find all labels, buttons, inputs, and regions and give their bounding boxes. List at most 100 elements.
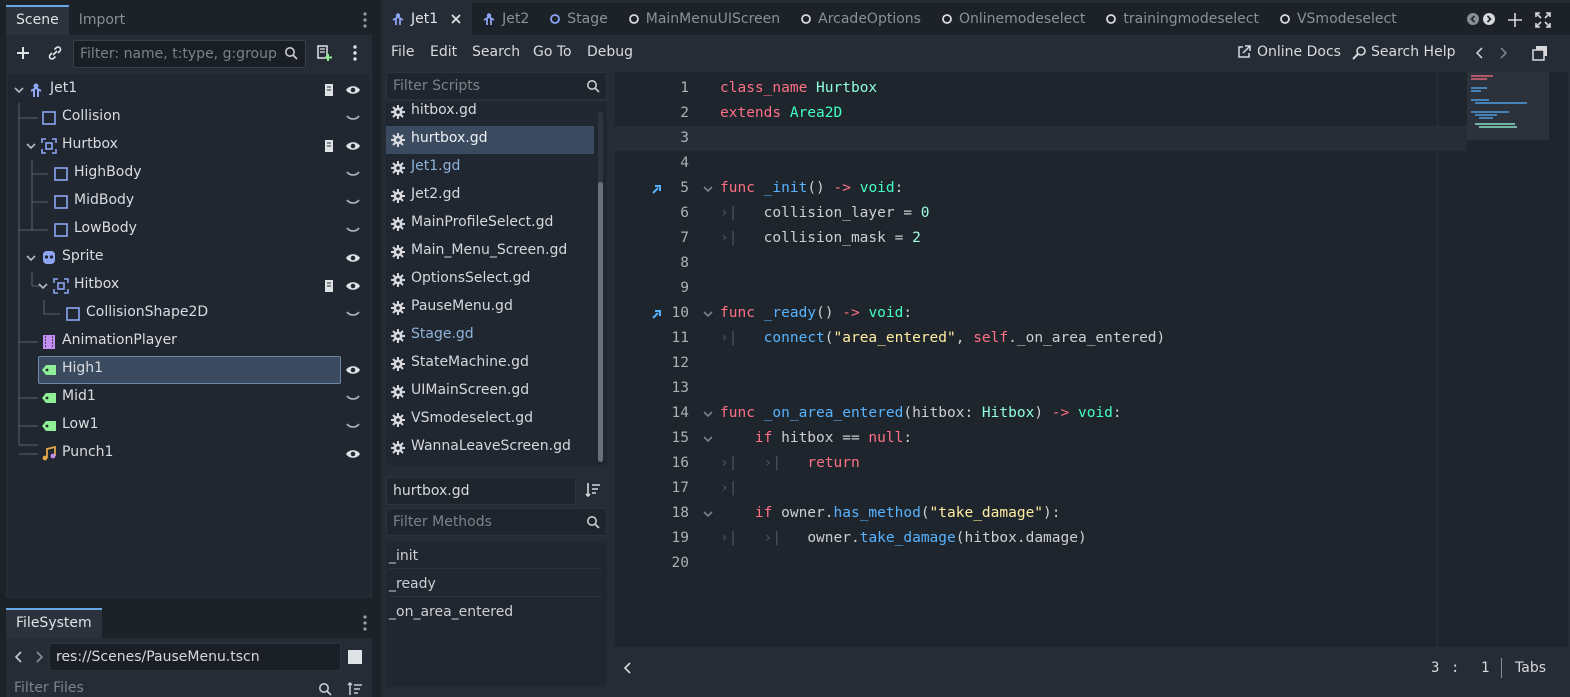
tree-item-punch1[interactable]: Punch1	[8, 440, 370, 468]
visibility-eye-icon[interactable]	[345, 139, 361, 153]
tree-item-highbody[interactable]: HighBody	[8, 160, 370, 188]
menu-edit[interactable]: Edit	[430, 44, 457, 60]
script-item-vsmodeselect[interactable]: VSmodeselect.gd	[386, 406, 594, 434]
method-item-on-area-entered[interactable]: _on_area_entered	[389, 600, 601, 625]
visibility-eye-icon[interactable]	[345, 447, 361, 461]
chevron-down-icon[interactable]	[38, 281, 48, 291]
method-item-init[interactable]: _init	[389, 544, 601, 569]
visibility-eye-icon[interactable]	[345, 251, 361, 265]
chevron-down-icon[interactable]	[26, 253, 36, 263]
indentation-mode[interactable]: Tabs	[1515, 660, 1546, 676]
toggle-split-mode-icon[interactable]	[347, 649, 363, 665]
script-item-hurtbox[interactable]: hurtbox.gd	[386, 126, 594, 154]
tree-item-sprite[interactable]: Sprite	[8, 244, 370, 272]
new-scene-tab-icon[interactable]	[1507, 12, 1523, 28]
script-icon[interactable]	[322, 83, 336, 97]
tree-item-collisionshape2d[interactable]: CollisionShape2D	[8, 300, 370, 328]
scripts-scrollbar-thumb[interactable]	[598, 182, 603, 462]
tree-item-animationplayer[interactable]: AnimationPlayer	[8, 328, 370, 356]
chevron-down-icon[interactable]	[26, 141, 36, 151]
toggle-scripts-panel-icon[interactable]	[623, 661, 633, 675]
visibility-closed-icon[interactable]	[345, 422, 361, 432]
visibility-closed-icon[interactable]	[345, 310, 361, 320]
add-node-icon[interactable]	[12, 42, 34, 64]
script-item-jet1[interactable]: Jet1.gd	[386, 154, 594, 182]
fold-chevron-icon[interactable]	[703, 411, 713, 419]
script-item-mainprofileselect[interactable]: MainProfileSelect.gd	[386, 210, 594, 238]
scene-dock-menu-icon[interactable]	[358, 10, 372, 30]
fold-chevron-icon[interactable]	[703, 511, 713, 519]
script-item-jet2[interactable]: Jet2.gd	[386, 182, 594, 210]
tree-item-hurtbox[interactable]: Hurtbox	[8, 132, 370, 160]
fold-chevron-icon[interactable]	[703, 311, 713, 319]
menu-search[interactable]: Search	[472, 44, 520, 60]
float-window-icon[interactable]	[1532, 45, 1548, 61]
doc-tab-arcadeoptions[interactable]: ArcadeOptions	[790, 3, 931, 35]
filter-methods-input[interactable]: Filter Methods	[386, 508, 607, 536]
visibility-closed-icon[interactable]	[345, 114, 361, 124]
history-forward-icon[interactable]	[34, 651, 44, 663]
script-item-stage[interactable]: Stage.gd	[386, 322, 594, 350]
history-back-icon[interactable]	[1475, 46, 1485, 60]
chevron-down-icon[interactable]	[14, 85, 24, 95]
online-docs-button[interactable]: Online Docs	[1257, 44, 1341, 60]
script-icon[interactable]	[322, 279, 336, 293]
doc-tab-stage[interactable]: Stage	[539, 3, 617, 35]
menu-goto[interactable]: Go To	[533, 44, 572, 60]
script-item-wannaleavescreen[interactable]: WannaLeaveScreen.gd	[386, 434, 594, 462]
tree-item-mid1[interactable]: Mid1	[8, 384, 370, 412]
tree-item-low1[interactable]: Low1	[8, 412, 370, 440]
instance-scene-icon[interactable]	[44, 42, 66, 64]
script-icon[interactable]	[322, 139, 336, 153]
doc-tab-vsmodeselect[interactable]: VSmodeselect	[1269, 3, 1407, 35]
menu-debug[interactable]: Debug	[587, 44, 633, 60]
tab-scroll-left-icon[interactable]	[1467, 13, 1479, 25]
doc-tab-jet1[interactable]: Jet1	[381, 3, 473, 35]
scene-options-icon[interactable]	[348, 43, 362, 63]
tab-import[interactable]: Import	[69, 5, 135, 35]
script-item-main-menu-screen[interactable]: Main_Menu_Screen.gd	[386, 238, 594, 266]
script-item-statemachine[interactable]: StateMachine.gd	[386, 350, 594, 378]
search-help-button[interactable]: Search Help	[1371, 44, 1455, 60]
method-item-ready[interactable]: _ready	[389, 572, 601, 597]
doc-tab-mainmenuuiscreen[interactable]: MainMenuUIScreen	[618, 3, 790, 35]
sort-methods-icon[interactable]	[585, 482, 601, 498]
filesystem-menu-icon[interactable]	[358, 613, 372, 633]
visibility-closed-icon[interactable]	[345, 226, 361, 236]
scene-filter-input[interactable]: Filter: name, t:type, g:group	[73, 40, 306, 68]
doc-tab-onlinemodeselect[interactable]: Onlinemodeselect	[931, 3, 1095, 35]
doc-tab-jet2[interactable]: Jet2	[472, 3, 539, 35]
tab-scene[interactable]: Scene	[6, 5, 69, 35]
filter-scripts-input[interactable]: Filter Scripts	[386, 72, 607, 100]
minimap[interactable]	[1467, 72, 1549, 140]
visibility-closed-icon[interactable]	[345, 394, 361, 404]
script-item-hitbox[interactable]: hitbox.gd	[386, 102, 594, 126]
doc-tab-trainingmodeselect[interactable]: trainingmodeselect	[1095, 3, 1269, 35]
history-forward-icon[interactable]	[1498, 46, 1508, 60]
tree-item-midbody[interactable]: MidBody	[8, 188, 370, 216]
visibility-closed-icon[interactable]	[345, 170, 361, 180]
visibility-eye-icon[interactable]	[345, 279, 361, 293]
visibility-eye-icon[interactable]	[345, 83, 361, 97]
tree-item-jet1[interactable]: Jet1	[8, 76, 370, 104]
code-editor[interactable]: 1 class_name Hurtbox 2 extends Area2D 3 4 …	[615, 72, 1568, 647]
script-item-pausemenu[interactable]: PauseMenu.gd	[386, 294, 594, 322]
tab-scroll-right-icon[interactable]	[1483, 13, 1495, 25]
tree-item-hitbox[interactable]: Hitbox	[8, 272, 370, 300]
tree-item-lowbody[interactable]: LowBody	[8, 216, 370, 244]
visibility-eye-icon[interactable]	[345, 363, 361, 377]
tree-item-high1[interactable]: High1	[8, 356, 370, 384]
tree-item-collision[interactable]: Collision	[8, 104, 370, 132]
attach-script-icon[interactable]	[314, 43, 334, 63]
filesystem-filter-input[interactable]: Filter Files	[14, 680, 84, 696]
menu-file[interactable]: File	[391, 44, 414, 60]
history-back-icon[interactable]	[14, 651, 24, 663]
distraction-free-icon[interactable]	[1535, 12, 1551, 28]
fold-chevron-icon[interactable]	[703, 186, 713, 194]
script-item-uimainscreen[interactable]: UIMainScreen.gd	[386, 378, 594, 406]
filesystem-path-input[interactable]: res://Scenes/PauseMenu.tscn	[49, 643, 341, 671]
close-tab-icon[interactable]	[450, 13, 462, 25]
sort-icon[interactable]	[347, 682, 363, 696]
tab-filesystem[interactable]: FileSystem	[6, 608, 102, 638]
fold-chevron-icon[interactable]	[703, 436, 713, 444]
